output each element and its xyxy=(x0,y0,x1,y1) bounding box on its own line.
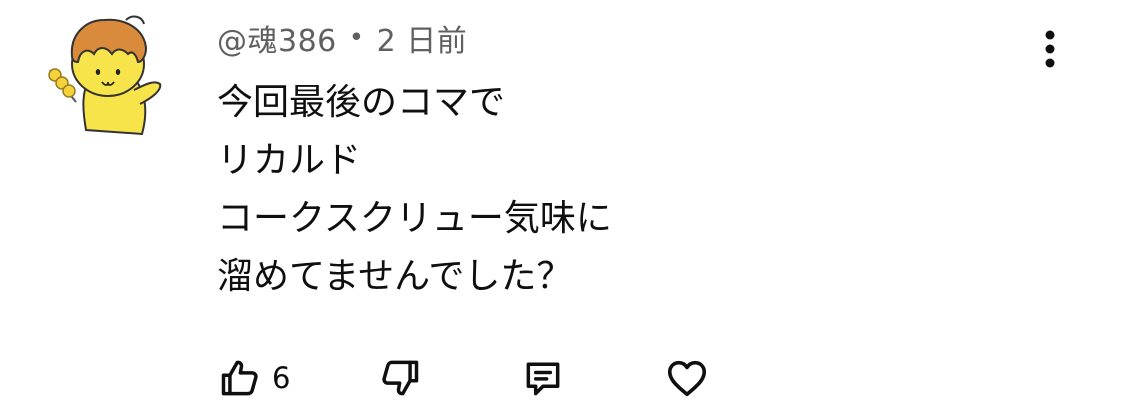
mascot-avatar-icon xyxy=(48,15,162,136)
reply-comment-icon xyxy=(527,362,560,396)
author-name[interactable]: @魂386 xyxy=(217,16,337,60)
comment-text: 今回最後のコマで リカルド コークスクリュー気味に 溜めてませんでした？ xyxy=(217,74,997,306)
like-count: 6 xyxy=(272,361,291,395)
thumbs-up-icon xyxy=(221,360,258,396)
comment-line: 溜めてませんでした？ xyxy=(217,256,573,297)
comment-time[interactable]: 2 日前 xyxy=(377,16,468,60)
heart-button[interactable] xyxy=(663,354,711,402)
comment-line: リカルド xyxy=(217,140,362,181)
more-vert-icon xyxy=(1045,30,1055,68)
comment-action-bar: 6 xyxy=(216,350,711,406)
reply-button[interactable] xyxy=(519,354,567,402)
comment-thread: @魂386 • 2 日前 今回最後のコマで リカルド コークスクリュー気味に 溜… xyxy=(0,0,1125,406)
more-actions-button[interactable] xyxy=(1028,24,1072,74)
comment-line: 今回最後のコマで xyxy=(217,82,506,123)
heart-icon xyxy=(668,360,707,397)
like-button[interactable] xyxy=(216,354,264,402)
dislike-button[interactable] xyxy=(376,354,424,402)
thumbs-down-icon xyxy=(382,360,419,396)
comment-line: コークスクリュー気味に xyxy=(217,198,612,239)
comment-meta: @魂386 • 2 日前 xyxy=(217,16,468,60)
meta-separator: • xyxy=(348,23,365,53)
avatar[interactable] xyxy=(42,12,166,136)
